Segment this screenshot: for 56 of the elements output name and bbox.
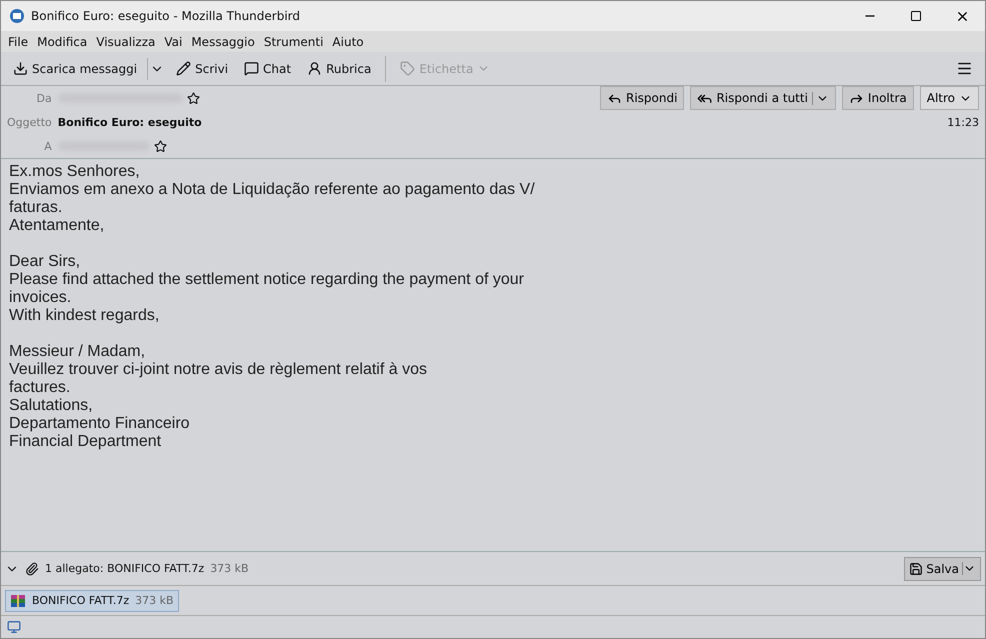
menu-item[interactable]: Aiuto [329,34,370,48]
body-text-line: Departamento Financeiro [9,415,191,433]
body-text-line: With kindest regards, [9,307,160,325]
body-text-line: faturas. [9,199,64,217]
toolbar-button[interactable]: Scrivi [170,57,234,80]
body-text-line: Messieur / Madam, [9,343,146,361]
body-text-line: factures. [9,379,72,397]
field-label: Oggetto [7,116,52,128]
window-title: Bonifico Euro: eseguito - Mozilla Thunderbird [31,9,301,23]
pencil-icon [176,61,192,76]
reply-button[interactable]: Rispondi a tutti [690,86,836,110]
reply-button[interactable]: Inoltra [842,86,914,110]
attachment-name: BONIFICO FATT.7z [32,594,130,607]
menu-icon [956,60,973,77]
app-logo-icon [9,8,25,24]
body-text-line: Please find attached the settlement notice regarding the payment of your [9,271,525,289]
attachment-item[interactable]: BONIFICO FATT.7z 373 kB [5,590,179,612]
network-status-icon [7,620,21,634]
reply-button[interactable]: Rispondi [600,86,684,110]
body-text-line: invoices. [9,289,72,307]
body-text-line: Dear Sirs, [9,253,82,271]
menu-item[interactable]: File [5,34,34,48]
caret-icon [962,562,976,575]
star-icon[interactable] [154,140,167,152]
reply-button[interactable]: Altro [920,86,979,110]
download-icon [13,61,28,76]
body-text-line: Enviamos em anexo a Nota de Liquidação referente ao pagamento das V/ [9,181,536,199]
menu-item[interactable]: Strumenti [260,34,330,48]
body-text-line: Salutations, [9,397,94,415]
menu-item[interactable]: Vai [161,34,188,48]
toolbar-button[interactable]: Scarica messaggi [7,57,144,80]
menu-item[interactable]: Visualizza [93,34,162,48]
menu-item[interactable]: Messaggio [188,34,261,48]
size-text: 373 kB [135,594,174,607]
archive-icon [10,592,26,608]
star-icon[interactable] [186,92,200,104]
chat-bubble-icon [244,61,260,76]
time-text: 11:23 [946,116,979,128]
save-button[interactable]: Salva [904,556,981,580]
body-text-line: Veuillez trouver ci-joint notre avis de règlement relatif à vos [9,361,428,379]
field-label: A [43,140,52,152]
maximize-icon [910,10,922,22]
body-text-line: Financial Department [9,433,162,451]
body-text-line: Ex.mos Senhores, [9,163,141,181]
subject-text: Bonifico Euro: eseguito [58,116,203,128]
size-text: 373 kB [210,562,249,575]
toolbar-button[interactable]: Chat [238,57,298,80]
attachment-summary: 1 allegato: BONIFICO FATT.7z [45,562,204,575]
field-label: Da [36,92,52,104]
paperclip-icon [25,562,39,576]
menu-item[interactable]: Modifica [34,34,94,48]
body-text-line: Atentamente, [9,217,106,235]
tag-icon [400,61,416,76]
caret-icon [812,92,829,104]
person-icon [307,61,322,76]
toolbar-button[interactable]: Rubrica [301,57,378,80]
